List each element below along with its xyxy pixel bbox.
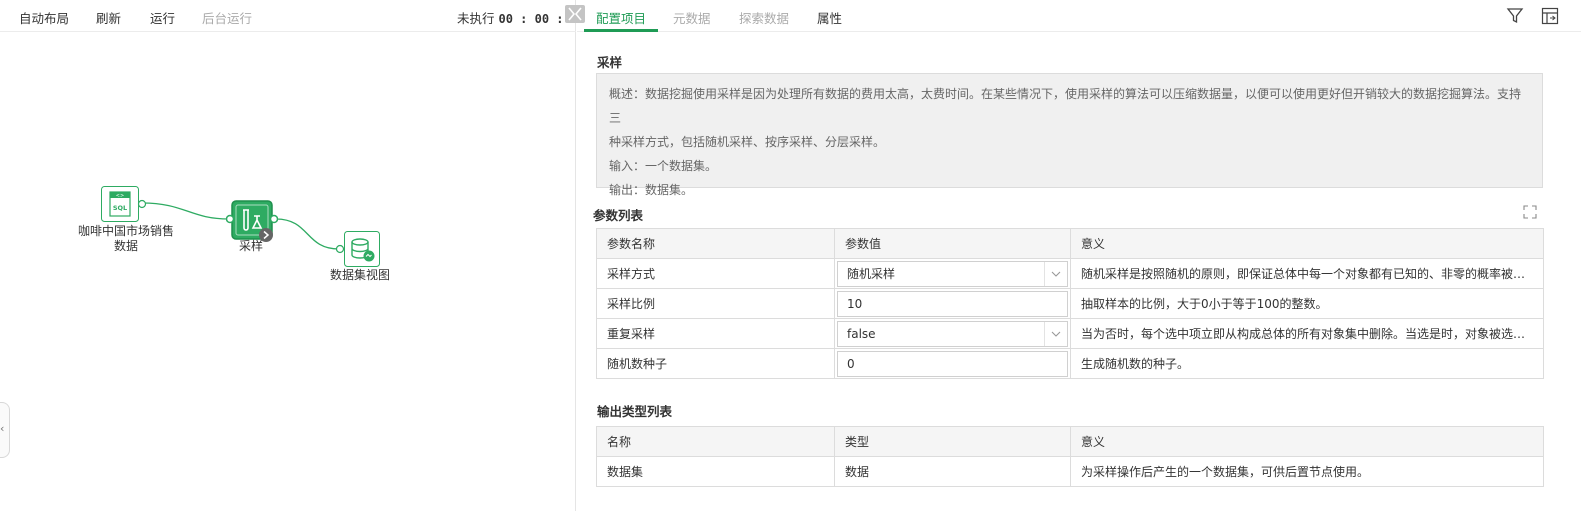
background-run-button: 后台运行 — [202, 11, 253, 26]
output-meaning: 为采样操作后产生的一个数据集，可供后置节点使用。 — [1070, 456, 1544, 487]
node-source-sql[interactable]: <> SQL — [101, 186, 147, 222]
column-header: 类型 — [834, 426, 1071, 457]
node-source-label: 咖啡中国市场销售 数据 — [78, 224, 174, 254]
node-dataset-view-label: 数据集视图 — [329, 268, 390, 282]
description-line: 输入：一个数据集。 — [609, 159, 718, 173]
outputs-section-title: 输出类型列表 — [597, 404, 673, 419]
table-row: 数据集 数据 为采样操作后产生的一个数据集，可供后置节点使用。 — [596, 456, 1544, 487]
sampling-method-select[interactable]: 随机采样 — [837, 260, 1068, 287]
description-line: 概述：数据挖掘使用采样是因为处理所有数据的费用太高，太费时间。在某些情况下，使用… — [609, 87, 1522, 125]
param-meaning: 抽取样本的比例，大于0小于等于100的整数。 — [1070, 288, 1544, 319]
description-line: 种采样方式，包括随机采样、按序采样、分层采样。 — [609, 135, 886, 149]
output-name: 数据集 — [596, 456, 835, 487]
auto-layout-button[interactable]: 自动布局 — [19, 8, 69, 27]
tab-config-items[interactable]: 配置项目 — [596, 8, 646, 27]
chevron-left-icon: ‹ — [0, 422, 5, 435]
edge-sample-to-view — [275, 218, 340, 250]
filter-icon — [1506, 8, 1524, 24]
param-value-cell: 10 — [834, 288, 1071, 319]
tab-metadata: 元数据 — [673, 11, 711, 26]
param-value-cell: false — [834, 318, 1071, 349]
expand-icon — [1523, 205, 1537, 219]
param-meaning: 随机采样是按照随机的原则，即保证总体中每一个对象都有已知的、非零的概率被选入..… — [1070, 258, 1544, 289]
select-arrow[interactable] — [1044, 261, 1067, 286]
sql-database-icon: <> SQL — [101, 186, 139, 222]
select-value: 随机采样 — [847, 266, 896, 281]
output-type: 数据 — [834, 456, 1071, 487]
table-row: 随机数种子 0 生成随机数的种子。 — [596, 348, 1544, 379]
filter-button[interactable] — [1505, 6, 1525, 26]
sampling-section-title: 采样 — [597, 55, 623, 70]
active-tab-indicator — [584, 29, 658, 32]
params-section-title: 参数列表 — [593, 208, 644, 223]
param-meaning: 生成随机数的种子。 — [1070, 348, 1544, 379]
edge-source-to-sample — [141, 202, 230, 220]
expand-button[interactable] — [1523, 205, 1537, 219]
node-source-label-line1: 咖啡中国市场销售 — [78, 224, 175, 238]
svg-text:SQL: SQL — [113, 204, 127, 212]
config-tabs — [577, 0, 1581, 32]
side-panel-toggle[interactable]: ‹ — [0, 402, 10, 458]
sampling-description: 概述：数据挖掘使用采样是因为处理所有数据的费用太高，太费时间。在某些情况下，使用… — [596, 73, 1543, 197]
output-port[interactable] — [137, 199, 147, 209]
execution-status-label: 未执行 — [457, 11, 495, 26]
random-seed-input[interactable]: 0 — [837, 350, 1068, 377]
column-header: 意义 — [1070, 228, 1544, 259]
outputs-table: 名称 类型 意义 数据集 数据 为采样操作后产生的一个数据集，可供后置节点使用。 — [596, 426, 1544, 487]
description-line: 输出：数据集。 — [609, 183, 694, 197]
column-header: 名称 — [596, 426, 835, 457]
param-value-cell: 随机采样 — [834, 258, 1071, 289]
param-meaning: 当为否时，每个选中项立即从构成总体的所有对象集中删除。当选是时，对象被选中时..… — [1070, 318, 1544, 349]
layout-toggle-icon — [1541, 7, 1559, 25]
select-value: false — [847, 326, 876, 341]
flow-editor-pane: 自动布局 刷新 运行 后台运行 未执行 00 : 00 : 00 <> SQL — [0, 0, 585, 511]
column-header: 参数值 — [834, 228, 1071, 259]
param-name: 重复采样 — [596, 318, 835, 349]
flow-toolbar: 自动布局 刷新 运行 后台运行 未执行 00 : 00 : 00 — [0, 0, 585, 32]
dataset-view-icon — [335, 231, 380, 267]
table-row: 采样比例 10 抽取样本的比例，大于0小于等于100的整数。 — [596, 288, 1544, 319]
column-header: 参数名称 — [596, 228, 835, 259]
table-row: 采样方式 随机采样 随机采样是按照随机的原则，即保证总体中每一个对象都有已知的、… — [596, 258, 1544, 289]
table-header-row: 参数名称 参数值 意义 — [596, 228, 1544, 259]
node-sample[interactable] — [225, 200, 279, 242]
param-name: 采样方式 — [596, 258, 835, 289]
param-name: 采样比例 — [596, 288, 835, 319]
repeat-sampling-select[interactable]: false — [837, 320, 1068, 347]
param-value-cell: 0 — [834, 348, 1071, 379]
sampling-ratio-input[interactable]: 10 — [837, 290, 1068, 317]
node-source-label-line2: 数据 — [113, 239, 138, 253]
run-button[interactable]: 运行 — [150, 8, 175, 27]
table-row: 重复采样 false 当为否时，每个选中项立即从构成总体的所有对象集中删除。当选… — [596, 318, 1544, 349]
chevron-down-icon — [1051, 331, 1061, 337]
params-table: 参数名称 参数值 意义 采样方式 随机采样 随机采样是按照随机的原则，即保证总体… — [596, 228, 1544, 379]
tab-properties[interactable]: 属性 — [817, 8, 842, 27]
tab-explore-data: 探索数据 — [739, 11, 790, 26]
node-sample-label: 采样 — [238, 239, 263, 253]
node-dataset-view[interactable] — [335, 231, 380, 267]
svg-text:<>: <> — [116, 193, 124, 199]
refresh-button[interactable]: 刷新 — [96, 8, 121, 27]
flow-connectors — [141, 202, 340, 250]
select-arrow[interactable] — [1044, 321, 1067, 346]
chevron-down-icon — [1051, 271, 1061, 277]
table-header-row: 名称 类型 意义 — [596, 426, 1544, 457]
flow-canvas[interactable]: <> SQL 咖啡中国市场销售 数据 采样 数据集视图 ‹ — [0, 33, 575, 511]
column-header: 意义 — [1070, 426, 1544, 457]
param-name: 随机数种子 — [596, 348, 835, 379]
layout-toggle-button[interactable] — [1540, 6, 1560, 26]
